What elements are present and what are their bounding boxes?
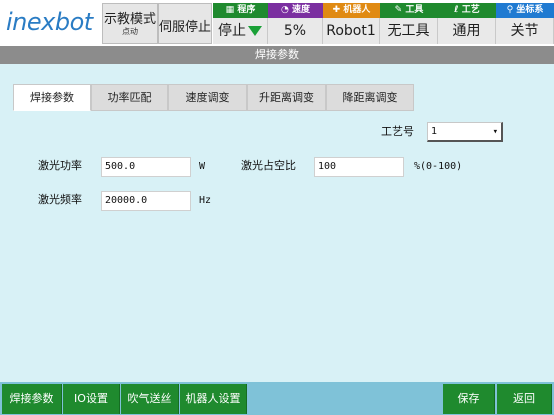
robot-status[interactable]: ✚ 机器人 Robot1: [323, 3, 380, 44]
tab-fall-distance-mod[interactable]: 降距离调变: [326, 84, 414, 111]
io-settings-button[interactable]: IO设置: [63, 384, 120, 414]
process-header: ℓ 工艺: [438, 3, 496, 18]
laser-freq-input[interactable]: 20000.0: [101, 191, 191, 211]
chevron-down-icon: ▾: [492, 127, 498, 137]
laser-power-label: 激光功率: [38, 159, 82, 172]
process-no-value: 1: [431, 126, 438, 137]
speed-status[interactable]: ◔ 速度 5%: [268, 3, 323, 44]
servo-stop-button[interactable]: 伺服停止: [158, 3, 212, 44]
tool-status[interactable]: ✎ 工具 无工具: [380, 3, 438, 44]
teach-mode-button[interactable]: 示教模式 点动: [102, 3, 158, 44]
robot-value: Robot1: [323, 18, 380, 44]
teach-mode-label: 示教模式: [103, 12, 156, 27]
tab-rise-distance-mod[interactable]: 升距离调变: [247, 84, 326, 111]
stop-down-arrow-icon: [248, 26, 262, 36]
laser-duty-unit: %(0-100): [414, 161, 463, 172]
tab-speed-mod[interactable]: 速度调变: [168, 84, 247, 111]
speed-header: ◔ 速度: [268, 3, 323, 18]
laser-power-unit: W: [199, 161, 206, 172]
save-button[interactable]: 保存: [443, 384, 495, 414]
laser-power-input[interactable]: 500.0: [101, 157, 191, 177]
main-panel: [0, 64, 554, 382]
tool-header: ✎ 工具: [380, 3, 438, 18]
process-status[interactable]: ℓ 工艺 通用: [438, 3, 496, 44]
coord-value: 关节: [496, 18, 554, 44]
coord-header: ⚲ 坐标系: [496, 3, 554, 18]
laser-duty-input[interactable]: 100: [314, 157, 404, 177]
weld-params-button[interactable]: 焊接参数: [2, 384, 62, 414]
robot-header: ✚ 机器人: [323, 3, 380, 18]
tool-value: 无工具: [380, 18, 438, 44]
program-header: ▦ 程序: [213, 3, 268, 18]
coord-status[interactable]: ⚲ 坐标系 关节: [496, 3, 554, 44]
back-button[interactable]: 返回: [497, 384, 552, 414]
tab-weld-params[interactable]: 焊接参数: [13, 84, 91, 111]
laser-freq-label: 激光频率: [38, 193, 82, 206]
tab-power-match[interactable]: 功率匹配: [91, 84, 168, 111]
page-title: 焊接参数: [0, 46, 554, 64]
laser-freq-unit: Hz: [199, 195, 212, 206]
process-no-select[interactable]: 1 ▾: [427, 122, 503, 142]
laser-duty-label: 激光占空比: [241, 159, 296, 172]
process-no-label: 工艺号: [381, 125, 414, 138]
robot-settings-button[interactable]: 机器人设置: [180, 384, 247, 414]
teach-mode-sub: 点动: [122, 27, 138, 36]
logo-text: inexbot: [6, 8, 93, 36]
program-value: 停止: [213, 18, 268, 44]
program-status[interactable]: ▦ 程序 停止: [213, 3, 268, 44]
speed-value: 5%: [268, 18, 323, 44]
servo-stop-label: 伺服停止: [159, 20, 212, 35]
inexbot-logo: inexbot: [0, 0, 100, 46]
process-value: 通用: [438, 18, 496, 44]
air-wire-feed-button[interactable]: 吹气送丝: [121, 384, 179, 414]
